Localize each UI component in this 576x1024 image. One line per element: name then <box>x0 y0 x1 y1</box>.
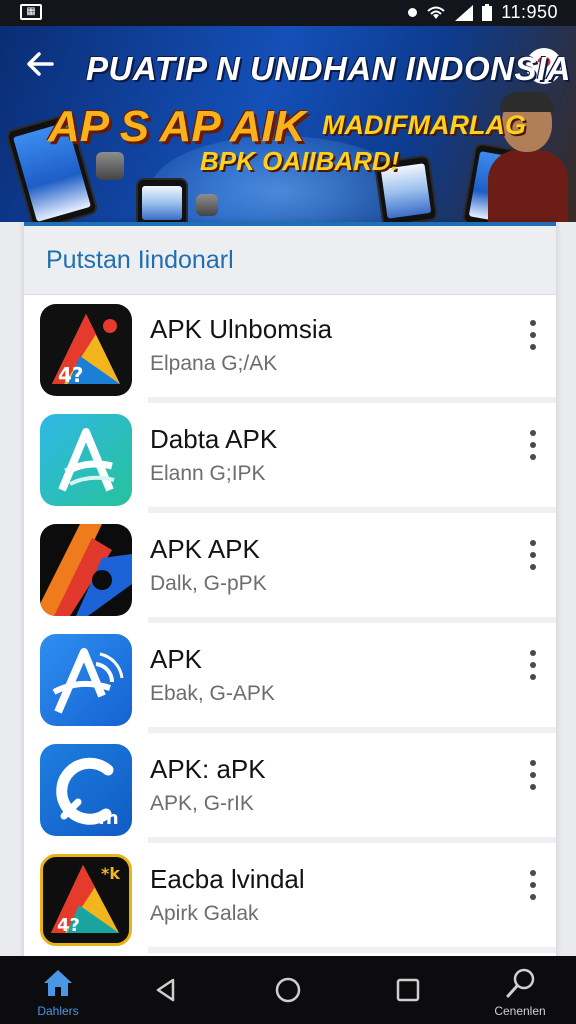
jar-illustration <box>96 152 124 180</box>
svg-text:4?: 4? <box>57 915 80 936</box>
nav-search-label: Cenenlen <box>494 1004 546 1018</box>
app-subtitle: Dalk, G-pPK <box>150 572 267 595</box>
triangle-back-icon <box>156 978 175 1002</box>
divider <box>148 727 556 733</box>
app-list-item[interactable]: 4? APK Ulnbomsia Elpana G;/AK <box>24 296 556 403</box>
clock: 11:950 <box>501 2 558 22</box>
app-subtitle: Apirk Galak <box>150 902 259 925</box>
app-list-item[interactable]: APK APK Dalk, G-pPK <box>24 516 556 623</box>
back-button[interactable] <box>20 48 60 88</box>
nav-back-button[interactable] <box>146 970 186 1010</box>
banner-title: PUATIP N UNDHAN INDONSIA <box>86 50 572 87</box>
more-options-button[interactable] <box>526 320 540 350</box>
diagonal-stripe-icon <box>40 524 132 616</box>
c-letter-blue-icon: fn <box>40 744 132 836</box>
app-name: Dabta APK <box>150 424 278 454</box>
app-name: APK <box>150 644 203 674</box>
more-options-button[interactable] <box>526 430 540 460</box>
section-header: Putstan Iindonarl <box>24 226 556 295</box>
banner-tagline: MADIFMARLAG <box>322 110 526 140</box>
nav-home-tab[interactable]: Dahlers <box>28 964 88 1022</box>
app-name: APK: aPK <box>150 754 266 784</box>
app-list-item[interactable]: APK Ebak, G-APK <box>24 626 556 733</box>
app-list-item[interactable]: *k 4? Eacba lvindal Apirk Galak <box>24 846 556 953</box>
divider <box>148 617 556 623</box>
bottom-navigation: Dahlers Cenenlen <box>0 956 576 1024</box>
app-list-item[interactable]: Dabta APK Elann G;IPK <box>24 406 556 513</box>
battery-icon <box>482 3 493 21</box>
triangle-a-dark-icon: 4? <box>40 304 132 396</box>
banner-headline: AP S AP AIK <box>48 102 306 151</box>
app-name: APK Ulnbomsia <box>150 314 333 344</box>
signal-icon <box>455 4 474 21</box>
divider <box>148 507 556 513</box>
divider <box>148 947 556 953</box>
app-name: Eacba lvindal <box>150 864 305 894</box>
triangle-a-gold-icon: *k 4? <box>40 854 132 946</box>
nav-home-label: Dahlers <box>37 1004 79 1018</box>
home-icon <box>44 970 72 996</box>
svg-text:4?: 4? <box>58 363 84 387</box>
app-subtitle: Ebak, G-APK <box>150 682 275 705</box>
nav-search-tab[interactable]: Cenenlen <box>484 964 556 1022</box>
divider <box>148 837 556 843</box>
a-letter-teal-icon <box>40 414 132 506</box>
wifi-icon <box>427 6 445 19</box>
app-subtitle: APK, G-rIK <box>150 792 254 815</box>
a-letter-blue-icon <box>40 634 132 726</box>
divider <box>148 397 556 403</box>
circle-home-icon <box>275 977 301 1003</box>
app-list-card: Putstan Iindonarl 4? APK Ulnbomsia Elpan… <box>24 222 556 960</box>
arrow-left-icon <box>27 52 54 76</box>
nav-home-button[interactable] <box>268 970 308 1010</box>
svg-text:*k: *k <box>101 864 120 883</box>
promo-banner: ? PUATIP N UNDHAN INDONSIA AP S AP AIK M… <box>0 26 576 222</box>
more-options-button[interactable] <box>526 870 540 900</box>
jar-illustration <box>196 194 218 216</box>
notification-dot-icon <box>408 8 418 17</box>
svg-text:fn: fn <box>98 808 119 829</box>
more-options-button[interactable] <box>526 540 540 570</box>
app-subtitle: Elann G;IPK <box>150 462 266 485</box>
app-name: APK APK <box>150 534 260 564</box>
more-options-button[interactable] <box>526 650 540 680</box>
status-indicators: 11:950 <box>408 2 558 23</box>
more-options-button[interactable] <box>526 760 540 790</box>
banner-subheadline: BPK OAIIBARD! <box>200 146 400 176</box>
app-list-item[interactable]: fn APK: aPK APK, G-rIK <box>24 736 556 843</box>
status-bar: ▦ 11:950 <box>0 0 576 26</box>
section-title: Putstan Iindonarl <box>46 246 234 274</box>
nav-recents-button[interactable] <box>388 970 428 1010</box>
screenshot-icon: ▦ <box>20 4 42 20</box>
phone-illustration <box>136 178 188 222</box>
square-recents-icon <box>396 978 420 1002</box>
search-icon <box>506 968 535 998</box>
app-subtitle: Elpana G;/AK <box>150 352 278 375</box>
